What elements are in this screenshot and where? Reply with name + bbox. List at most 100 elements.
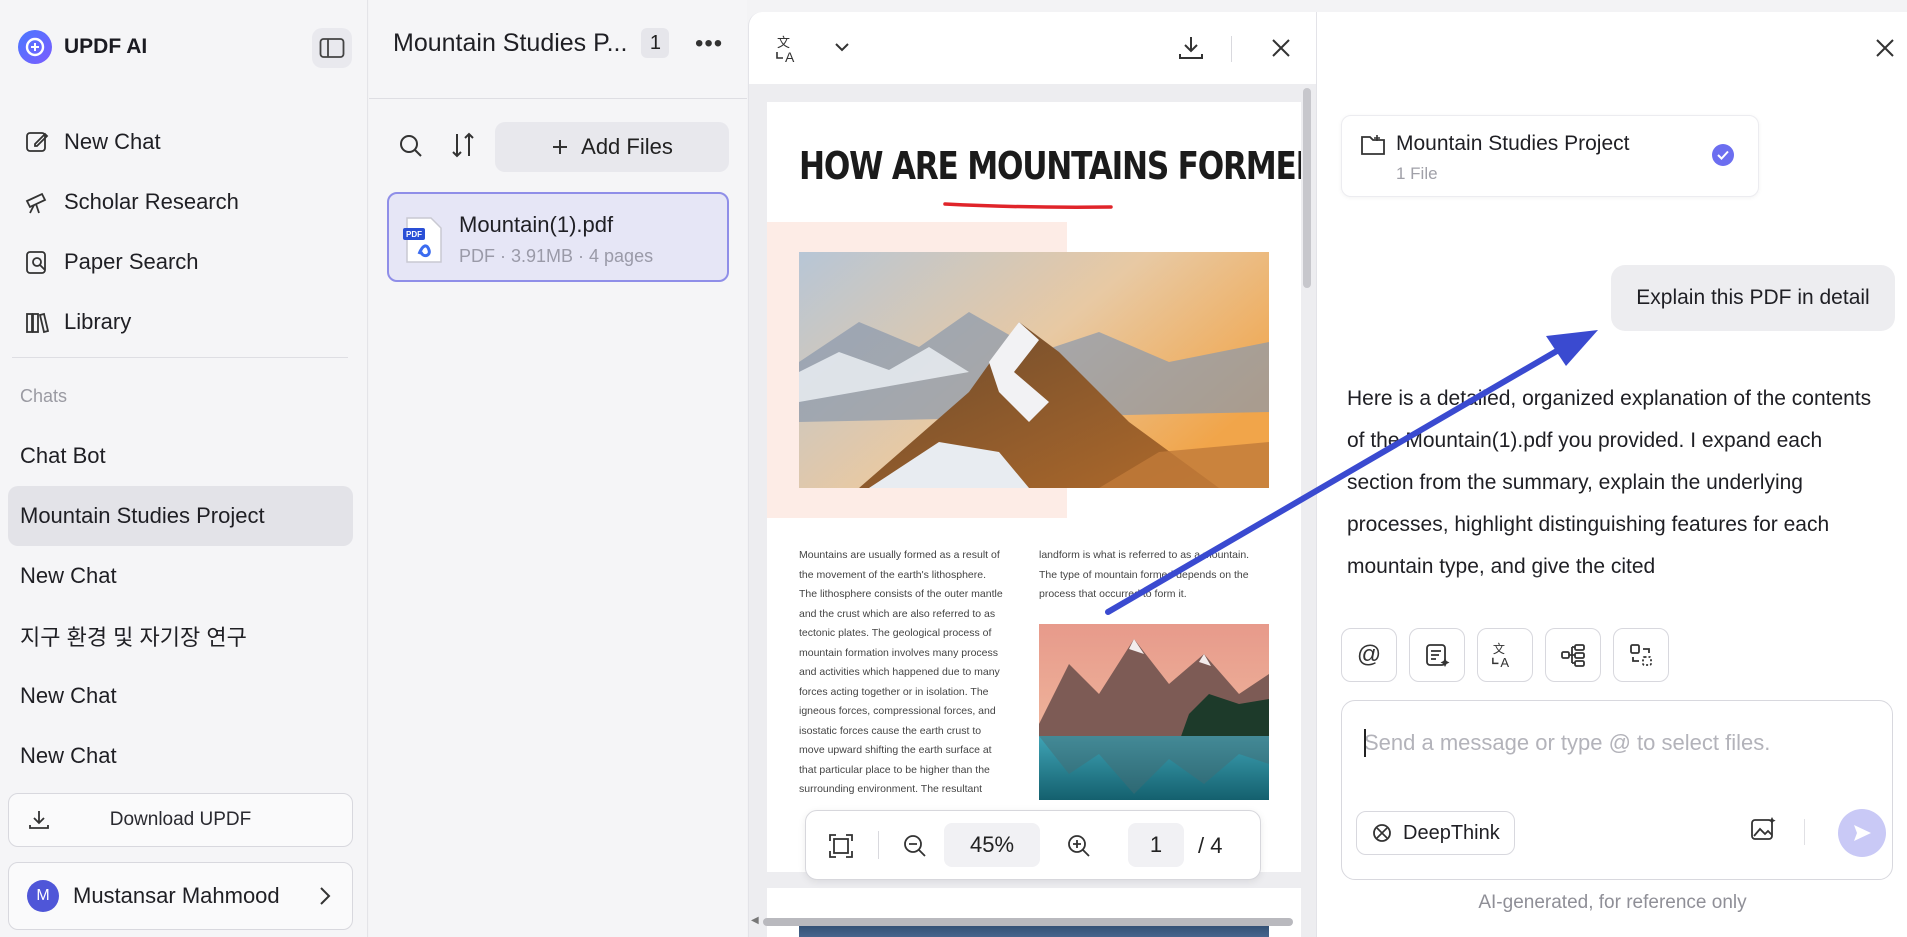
translate-button[interactable]: 文A <box>1477 628 1533 682</box>
pdf-body-column-1: Mountains are usually formed as a result… <box>799 549 1003 795</box>
composer-separator <box>1804 819 1805 845</box>
chat-item[interactable]: Chat Bot <box>8 426 353 486</box>
edit-icon <box>26 132 49 152</box>
at-icon: @ <box>1356 641 1382 668</box>
chevron-right-icon <box>320 887 331 905</box>
mindmap-button[interactable] <box>1545 628 1601 682</box>
horizontal-scrollbar[interactable] <box>763 918 1293 926</box>
brand[interactable]: UPDF AI <box>18 30 147 64</box>
page-number-input[interactable]: 1 <box>1128 823 1184 867</box>
svg-text:PDF: PDF <box>406 230 422 239</box>
chats-header: Chats <box>20 386 68 406</box>
send-icon <box>1854 825 1871 841</box>
nav-label: Scholar Research <box>64 189 239 214</box>
pdf-file-icon: PDF <box>403 217 442 263</box>
updf-logo-icon <box>18 30 52 64</box>
file-meta: PDF · 3.91MB · 4 pages <box>459 246 654 266</box>
file-panel-header: Mountain Studies P... 1 <box>393 28 670 58</box>
chat-tool-row: @ 文A <box>1341 628 1669 682</box>
file-count-badge: 1 <box>641 28 670 58</box>
zoom-toolbar: 45% 1 / 4 <box>805 810 1261 880</box>
file-card[interactable]: PDF Mountain(1).pdf PDF · 3.91MB · 4 pag… <box>387 192 729 282</box>
nav-item-new-chat[interactable]: New Chat <box>24 112 344 172</box>
deepthink-label: DeepThink <box>1403 821 1500 844</box>
project-card[interactable]: Mountain Studies Project 1 File <box>1341 115 1759 197</box>
download-updf-label: Download UPDF <box>109 809 252 830</box>
chat-list: Chat Bot Mountain Studies Project New Ch… <box>8 426 353 786</box>
user-profile-button[interactable]: M Mustansar Mahmood <box>8 862 353 930</box>
telescope-icon <box>25 192 47 214</box>
sidebar-toggle-icon <box>319 38 345 58</box>
document-search-icon <box>26 251 46 274</box>
close-icon[interactable] <box>1269 36 1293 60</box>
nav-label: New Chat <box>64 129 161 154</box>
file-name: Mountain(1).pdf <box>459 212 614 237</box>
toolbar-separator <box>1231 36 1232 62</box>
file-panel: Mountain Studies P... 1 ••• Add Files PD… <box>369 0 747 937</box>
chat-item[interactable]: New Chat <box>8 546 353 606</box>
divider <box>369 98 747 99</box>
project-title: Mountain Studies P... <box>393 28 628 57</box>
compare-button[interactable] <box>1613 628 1669 682</box>
pdf-body-column-2: landform is what is referred to as a mou… <box>1039 549 1250 600</box>
summarize-icon <box>1426 644 1450 667</box>
nav-item-scholar-research[interactable]: Scholar Research <box>24 172 344 232</box>
deepthink-toggle[interactable]: DeepThink <box>1356 811 1515 855</box>
add-files-label: Add Files <box>581 134 673 159</box>
pdf-viewer: 文A HOW ARE MOUNTAINS FORMED? Mountains a… <box>748 12 1317 937</box>
search-icon[interactable] <box>397 132 425 160</box>
text-caret <box>1364 729 1366 757</box>
message-input[interactable] <box>1364 723 1864 763</box>
project-file-count: 1 File <box>1396 164 1438 183</box>
mindmap-icon <box>1561 644 1585 667</box>
sort-icon[interactable] <box>449 130 477 160</box>
vertical-scrollbar[interactable] <box>1303 88 1311 288</box>
nav-item-paper-search[interactable]: Paper Search <box>24 232 344 292</box>
mountain-ridge-photo <box>799 252 1269 488</box>
scroll-left-icon[interactable]: ◀ <box>751 915 759 926</box>
fit-page-icon[interactable] <box>828 833 854 859</box>
chat-item[interactable]: 지구 환경 및 자기장 연구 <box>8 606 353 666</box>
translate-icon[interactable]: 文A <box>775 34 805 64</box>
page-total: / 4 <box>1198 833 1223 858</box>
close-icon[interactable] <box>1873 36 1897 60</box>
title-underline <box>943 202 1113 209</box>
svg-text:文: 文 <box>1493 641 1505 656</box>
folder-icon <box>1361 135 1385 155</box>
sidebar-toggle-button[interactable] <box>312 28 352 68</box>
sidebar: UPDF AI New Chat Scholar Research Paper … <box>0 0 368 937</box>
more-options-icon[interactable]: ••• <box>695 30 723 58</box>
pdf-canvas[interactable]: HOW ARE MOUNTAINS FORMED? Mountains are … <box>749 84 1317 937</box>
svg-text:A: A <box>1500 655 1509 669</box>
pdf-page: HOW ARE MOUNTAINS FORMED? Mountains are … <box>767 102 1301 872</box>
download-icon <box>29 811 49 829</box>
avatar: M <box>27 880 59 912</box>
summarize-button[interactable] <box>1409 628 1465 682</box>
mention-button[interactable]: @ <box>1341 628 1397 682</box>
zoom-level[interactable]: 45% <box>944 823 1040 867</box>
sidebar-nav: New Chat Scholar Research Paper Search L… <box>24 112 344 352</box>
chat-item[interactable]: New Chat <box>8 726 353 786</box>
sidebar-divider <box>12 357 348 358</box>
nav-item-library[interactable]: Library <box>24 292 344 352</box>
plus-icon <box>553 140 568 154</box>
chat-item[interactable]: New Chat <box>8 666 353 726</box>
translate-icon: 文A <box>1492 641 1509 669</box>
image-upload-icon[interactable] <box>1750 815 1778 843</box>
send-button[interactable] <box>1838 809 1886 857</box>
download-icon[interactable] <box>1177 34 1205 62</box>
zoom-in-icon[interactable] <box>1066 833 1092 859</box>
add-files-button[interactable]: Add Files <box>495 122 729 172</box>
compare-icon <box>1630 644 1652 666</box>
toolbar-separator <box>878 831 879 859</box>
zoom-out-icon[interactable] <box>902 833 928 859</box>
viewer-toolbar: 文A <box>749 12 1317 84</box>
check-icon <box>1712 144 1734 166</box>
chat-panel: Mountain Studies Project 1 File Explain … <box>1316 12 1907 937</box>
download-updf-button[interactable]: Download UPDF <box>8 793 353 847</box>
chat-item-active[interactable]: Mountain Studies Project <box>8 486 353 546</box>
chevron-down-icon[interactable] <box>833 40 851 54</box>
pdf-heading: HOW ARE MOUNTAINS FORMED? <box>799 144 1301 188</box>
user-message: Explain this PDF in detail <box>1611 265 1895 331</box>
mountain-lake-photo <box>1039 624 1269 800</box>
